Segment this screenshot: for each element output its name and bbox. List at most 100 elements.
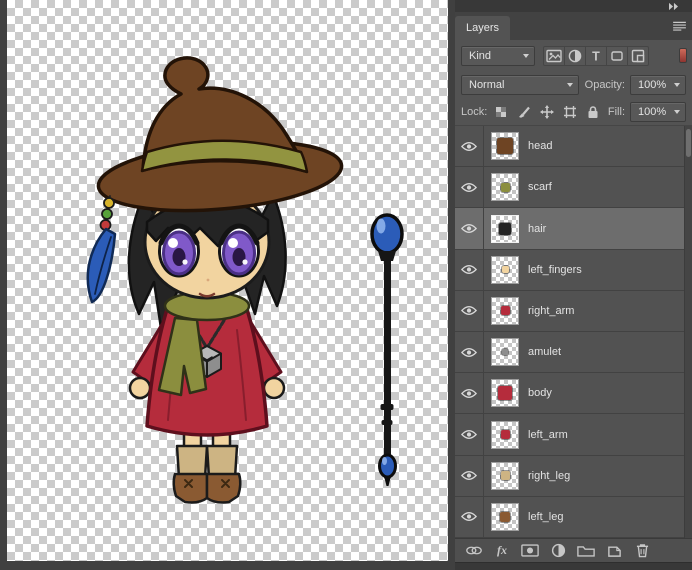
visibility-toggle[interactable] bbox=[455, 373, 484, 414]
eye-icon bbox=[461, 182, 477, 192]
tab-layers[interactable]: Layers bbox=[455, 16, 511, 40]
lock-all-button[interactable] bbox=[584, 103, 602, 121]
layer-filtering-toggle[interactable] bbox=[679, 48, 687, 63]
pixel-layers-icon bbox=[546, 49, 562, 62]
shape-layers-filter-button[interactable] bbox=[606, 45, 628, 66]
brush-icon bbox=[519, 106, 531, 118]
layer-list: head scarf hair left_fingers right_arm a… bbox=[455, 126, 692, 538]
layer-label: hair bbox=[528, 222, 547, 235]
layers-scrollbar-thumb[interactable] bbox=[686, 129, 691, 157]
filter-type-buttons: T bbox=[543, 45, 649, 66]
transparency-checker-icon bbox=[496, 107, 507, 117]
layer-thumbnail[interactable] bbox=[491, 420, 519, 449]
layer-thumbnail[interactable] bbox=[491, 502, 519, 531]
visibility-toggle[interactable] bbox=[455, 167, 484, 208]
opacity-label: Opacity: bbox=[584, 79, 625, 91]
smart-objects-icon bbox=[631, 49, 645, 62]
layer-thumbnail[interactable] bbox=[491, 214, 519, 243]
layer-row[interactable]: left_leg bbox=[455, 496, 684, 538]
layer-row[interactable]: right_arm bbox=[455, 290, 684, 333]
collapse-panel-icon[interactable] bbox=[667, 2, 680, 11]
layer-row[interactable]: hair bbox=[455, 208, 684, 250]
layers-scrollbar[interactable] bbox=[684, 126, 692, 538]
kind-filter-dropdown[interactable]: Kind bbox=[461, 45, 535, 66]
layer-mask-icon bbox=[521, 544, 539, 557]
delete-layer-button[interactable] bbox=[633, 542, 651, 560]
lock-icon bbox=[588, 106, 598, 118]
lock-transparent-pixels-button[interactable] bbox=[492, 103, 510, 121]
layer-label: head bbox=[528, 140, 553, 153]
fill-dropdown[interactable]: 100% bbox=[630, 102, 686, 122]
panel-tab-bar: Layers bbox=[455, 12, 692, 40]
move-cross-icon bbox=[540, 105, 555, 119]
eye-icon bbox=[461, 141, 477, 151]
layers-panel: Layers Kind T Normal Opacity: 100% Lock:… bbox=[455, 0, 692, 570]
visibility-toggle[interactable] bbox=[455, 332, 484, 373]
kind-filter-value: Kind bbox=[469, 49, 492, 62]
layer-row[interactable]: amulet bbox=[455, 332, 684, 374]
new-layer-button[interactable] bbox=[605, 542, 623, 560]
eye-icon bbox=[461, 224, 477, 233]
shape-layers-icon bbox=[611, 50, 623, 61]
opacity-dropdown[interactable]: 100% bbox=[630, 75, 686, 95]
eye-icon bbox=[461, 430, 477, 439]
layer-thumb-blob bbox=[502, 349, 508, 356]
layer-label: left_leg bbox=[528, 510, 564, 523]
new-adjustment-layer-button[interactable] bbox=[549, 542, 567, 560]
new-group-button[interactable] bbox=[577, 542, 595, 560]
layer-thumbnail[interactable] bbox=[491, 379, 519, 408]
layer-thumbnail[interactable] bbox=[491, 461, 519, 490]
canvas[interactable] bbox=[7, 0, 448, 561]
visibility-toggle[interactable] bbox=[455, 126, 484, 167]
eye-icon bbox=[461, 306, 477, 316]
link-layers-button[interactable] bbox=[465, 542, 483, 560]
layer-label: scarf bbox=[528, 181, 552, 194]
layer-row[interactable]: scarf bbox=[455, 167, 684, 209]
lock-row: Lock: Fill: 100% bbox=[455, 99, 692, 126]
layer-thumbnail[interactable] bbox=[491, 132, 519, 161]
visibility-toggle[interactable] bbox=[455, 455, 484, 496]
fx-icon: fx bbox=[497, 543, 507, 557]
artwork bbox=[86, 56, 404, 504]
visibility-toggle[interactable] bbox=[455, 208, 484, 249]
photoshop-window: Layers Kind T Normal Opacity: 100% Lock:… bbox=[0, 0, 692, 570]
panel-menu-button[interactable] bbox=[672, 21, 687, 34]
visibility-toggle[interactable] bbox=[455, 290, 484, 332]
chevron-down-icon bbox=[674, 110, 680, 114]
hat-drawing bbox=[96, 56, 344, 213]
add-layer-mask-button[interactable] bbox=[521, 542, 539, 560]
layer-thumbnail[interactable] bbox=[491, 255, 519, 284]
svg-text:T: T bbox=[592, 49, 600, 63]
adjustment-layers-icon bbox=[568, 49, 582, 62]
layer-row[interactable]: left_fingers bbox=[455, 249, 684, 291]
panel-bottom-edge bbox=[455, 562, 692, 570]
lock-image-pixels-button[interactable] bbox=[515, 103, 533, 121]
adjustment-layers-filter-button[interactable] bbox=[564, 45, 586, 66]
staff-drawing bbox=[370, 213, 404, 486]
layer-thumbnail[interactable] bbox=[491, 338, 519, 367]
layer-row[interactable]: body bbox=[455, 373, 684, 415]
visibility-toggle[interactable] bbox=[455, 249, 484, 290]
blend-mode-value: Normal bbox=[469, 79, 505, 91]
layer-label: body bbox=[528, 387, 552, 400]
layer-thumb-blob bbox=[500, 182, 510, 192]
chevron-down-icon bbox=[567, 83, 573, 87]
layer-thumbnail[interactable] bbox=[491, 173, 519, 202]
lock-artboards-button[interactable] bbox=[561, 103, 579, 121]
chevron-down-icon bbox=[523, 53, 529, 58]
chevron-down-icon bbox=[674, 83, 680, 87]
pixel-layers-filter-button[interactable] bbox=[543, 45, 565, 66]
visibility-toggle[interactable] bbox=[455, 496, 484, 538]
blend-mode-dropdown[interactable]: Normal bbox=[461, 75, 579, 95]
layer-row[interactable]: head bbox=[455, 126, 684, 168]
smart-objects-filter-button[interactable] bbox=[627, 45, 649, 66]
visibility-toggle[interactable] bbox=[455, 414, 484, 455]
layer-thumbnail[interactable] bbox=[491, 296, 519, 325]
layer-styles-button[interactable]: fx bbox=[493, 542, 511, 560]
layer-row[interactable]: left_arm bbox=[455, 414, 684, 456]
type-layers-filter-button[interactable]: T bbox=[585, 45, 607, 66]
opacity-value: 100% bbox=[638, 79, 667, 91]
lock-position-button[interactable] bbox=[538, 103, 556, 121]
lock-label: Lock: bbox=[461, 106, 488, 118]
layer-row[interactable]: right_leg bbox=[455, 455, 684, 497]
